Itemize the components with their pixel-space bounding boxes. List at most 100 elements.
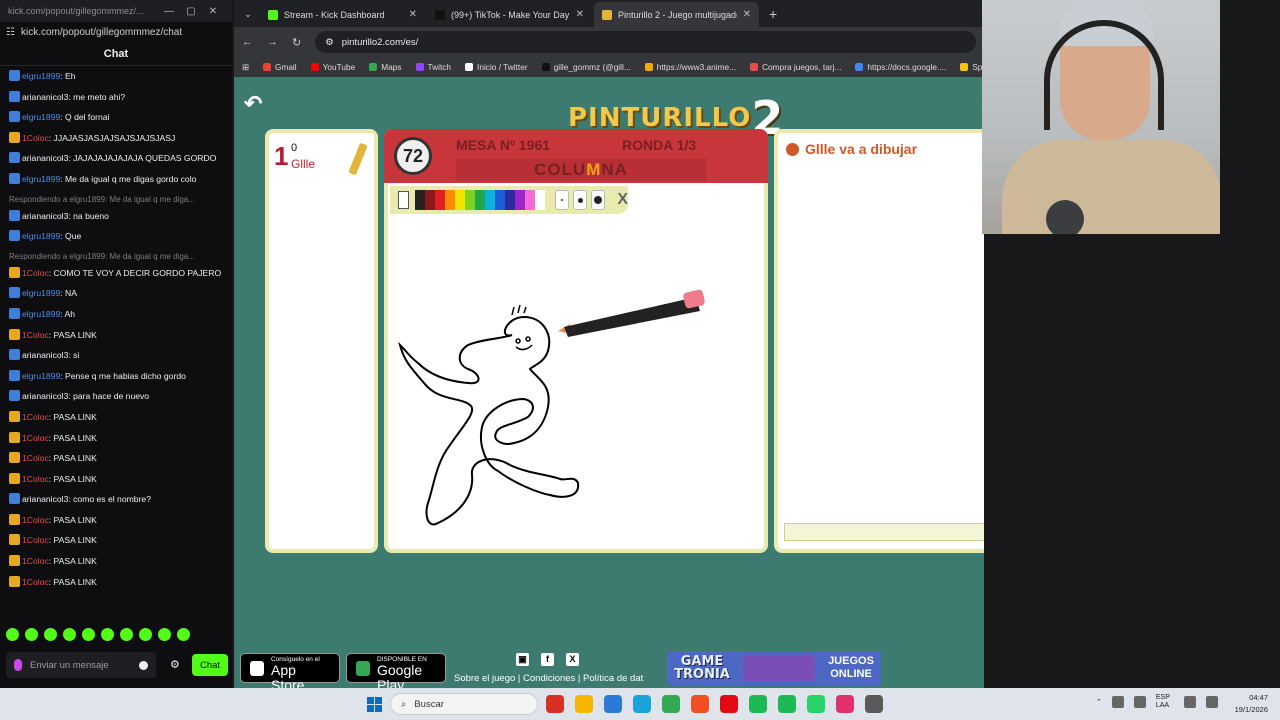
start-icon[interactable]	[367, 697, 382, 712]
microphone-icon[interactable]	[14, 659, 22, 671]
chat-username[interactable]: 1Coloc	[22, 133, 49, 143]
chat-username[interactable]: elgru1899	[22, 309, 60, 319]
taskbar-app-icon[interactable]	[807, 695, 825, 713]
chat-username[interactable]: elgru1899	[22, 371, 60, 381]
taskbar-app-icon[interactable]	[604, 695, 622, 713]
chat-username[interactable]: 1Coloc	[22, 412, 49, 422]
tune-icon[interactable]: ☷	[6, 27, 15, 38]
taskbar-app-icon[interactable]	[749, 695, 767, 713]
color-swatch[interactable]	[515, 190, 526, 210]
taskbar-app-icon[interactable]	[720, 695, 738, 713]
color-swatch[interactable]	[455, 190, 466, 210]
chat-username[interactable]: ariananicol3	[22, 211, 68, 221]
tab-close-icon[interactable]: ✕	[409, 9, 417, 20]
color-swatch[interactable]	[435, 190, 446, 210]
color-swatch[interactable]	[485, 190, 496, 210]
chat-username[interactable]: 1Coloc	[22, 515, 49, 525]
chat-username[interactable]: 1Coloc	[22, 453, 49, 463]
taskbar-app-icon[interactable]	[546, 695, 564, 713]
chat-username[interactable]: 1Coloc	[22, 535, 49, 545]
back-icon[interactable]: ←	[242, 36, 253, 48]
chat-username[interactable]: elgru1899	[22, 288, 60, 298]
chat-username[interactable]: ariananicol3	[22, 391, 68, 401]
chat-username[interactable]: 1Coloc	[22, 556, 49, 566]
gametronia-banner[interactable]: GAME TRONIA JUEGOS ONLINE	[667, 651, 881, 685]
maximize-icon[interactable]: ▢	[180, 6, 202, 17]
chat-username[interactable]: elgru1899	[22, 112, 60, 122]
chat-username[interactable]: 1Coloc	[22, 330, 49, 340]
bookmark-item[interactable]: Spi	[960, 62, 984, 72]
bookmark-item[interactable]: Gmail	[262, 62, 297, 72]
close-icon[interactable]: ✕	[202, 6, 224, 17]
google-play-button[interactable]: DISPONIBLE EN Google Play	[346, 653, 446, 693]
new-page-icon[interactable]	[398, 191, 410, 209]
facebook-icon[interactable]: f	[541, 653, 554, 666]
taskbar-app-icon[interactable]	[691, 695, 709, 713]
taskbar-app-icon[interactable]	[778, 695, 796, 713]
color-swatch[interactable]	[445, 190, 456, 210]
keyboard-language[interactable]: ESP LAA	[1156, 694, 1174, 710]
brush-medium-button[interactable]	[573, 190, 588, 210]
address-field[interactable]: ⚙ pinturillo2.com/es/	[315, 31, 976, 53]
tray-app-icon[interactable]	[1111, 696, 1124, 708]
chat-username[interactable]: elgru1899	[22, 71, 60, 81]
tab-close-icon[interactable]: ✕	[576, 9, 584, 20]
back-arrow-icon[interactable]: ↶	[244, 91, 272, 117]
brush-small-button[interactable]	[555, 190, 570, 210]
taskbar-search[interactable]: ⌕ Buscar	[390, 693, 538, 715]
drawing-canvas[interactable]	[388, 213, 764, 549]
emote-icon[interactable]	[25, 628, 38, 641]
bookmark-item[interactable]: Twitch	[415, 62, 451, 72]
gear-icon[interactable]: ⚙	[170, 658, 180, 671]
emote-icon[interactable]	[120, 628, 133, 641]
bookmark-item[interactable]: Maps	[369, 62, 402, 72]
minimize-icon[interactable]: —	[158, 6, 180, 17]
taskbar-clock[interactable]: 04:47 19/1/2026	[1226, 692, 1268, 716]
emote-icon[interactable]	[139, 628, 152, 641]
clear-canvas-button[interactable]: X	[617, 191, 628, 209]
color-swatch[interactable]	[465, 190, 476, 210]
bookmark-item[interactable]: https://docs.google....	[855, 62, 946, 72]
new-tab-icon[interactable]: +	[761, 2, 785, 27]
chat-username[interactable]: 1Coloc	[22, 433, 49, 443]
tray-app-icon[interactable]	[1133, 696, 1146, 708]
chat-username[interactable]: elgru1899	[22, 174, 60, 184]
bookmark-item[interactable]: gille_gommz (@gill...	[541, 62, 631, 72]
emote-icon[interactable]	[82, 628, 95, 641]
site-info-icon[interactable]: ⚙	[325, 37, 334, 48]
taskbar-app-icon[interactable]	[836, 695, 854, 713]
tab-search-icon[interactable]: ⌄	[238, 2, 258, 27]
emote-bar[interactable]	[6, 628, 190, 641]
x-twitter-icon[interactable]: X	[566, 653, 579, 666]
emote-icon[interactable]	[44, 628, 57, 641]
chat-username[interactable]: ariananicol3	[22, 153, 68, 163]
bookmark-item[interactable]: Compra juegos, tarj...	[750, 62, 841, 72]
chat-username[interactable]: 1Coloc	[22, 268, 49, 278]
color-swatch[interactable]	[475, 190, 486, 210]
color-swatch[interactable]	[505, 190, 516, 210]
color-swatch[interactable]	[495, 190, 506, 210]
emote-icon[interactable]	[177, 628, 190, 641]
footer-links[interactable]: Sobre el juego | Condiciones | Política …	[454, 673, 643, 684]
brush-large-button[interactable]	[591, 190, 606, 210]
emote-icon[interactable]	[63, 628, 76, 641]
color-swatch[interactable]	[415, 190, 426, 210]
reload-icon[interactable]: ↻	[292, 36, 301, 49]
bookmark-item[interactable]: YouTube	[310, 62, 355, 72]
taskbar-app-icon[interactable]	[575, 695, 593, 713]
forward-icon[interactable]: →	[267, 36, 278, 48]
chat-username[interactable]: elgru1899	[22, 231, 60, 241]
apps-icon[interactable]: ⊞	[242, 62, 249, 72]
color-swatch[interactable]	[425, 190, 436, 210]
chat-message-list[interactable]: elgru1899: Eh ariananicol3: me meto ahi? e…	[0, 66, 232, 622]
chat-username[interactable]: 1Coloc	[22, 474, 49, 484]
chat-username[interactable]: ariananicol3	[22, 92, 68, 102]
chat-username[interactable]: ariananicol3	[22, 350, 68, 360]
browser-tab[interactable]: Pinturillo 2 - Juego multijugador ✕	[594, 2, 759, 27]
tab-close-icon[interactable]: ✕	[743, 9, 751, 20]
chat-username[interactable]: 1Coloc	[22, 577, 49, 587]
network-icon[interactable]	[1183, 696, 1196, 708]
chevron-up-icon[interactable]: ⌃	[1096, 698, 1102, 706]
taskbar-app-icon[interactable]	[633, 695, 651, 713]
bookmark-item[interactable]: Inicio / Twitter	[465, 62, 528, 72]
